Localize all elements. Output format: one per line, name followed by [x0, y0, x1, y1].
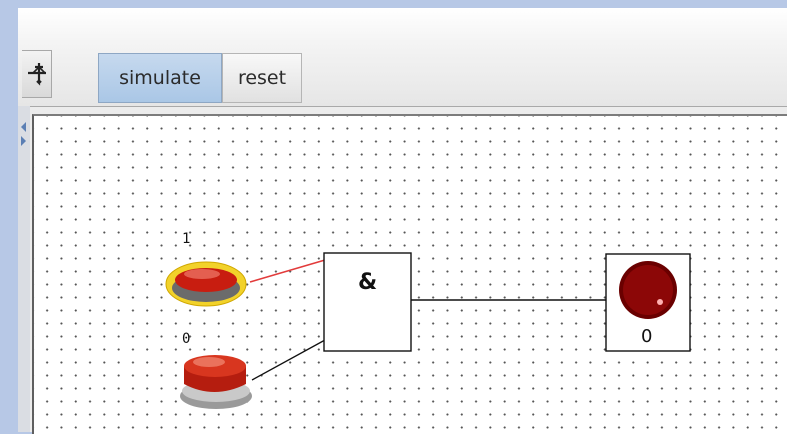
lamp-off-icon [619, 261, 677, 319]
input-a-value: 1 [182, 231, 191, 247]
select-tool-button[interactable] [22, 50, 52, 98]
wire-b-to-and[interactable] [251, 339, 326, 381]
pointer-arrow-icon [28, 63, 46, 86]
toolbar: simulate reset [18, 8, 787, 107]
app-window: simulate reset 1 0 & 0 [18, 8, 787, 434]
wire-a-to-and[interactable] [249, 259, 326, 283]
and-gate[interactable] [323, 252, 412, 352]
and-gate-symbol: & [358, 270, 378, 295]
input-a-pushbutton[interactable] [165, 261, 247, 307]
circuit-wires [165, 252, 691, 409]
simulate-button[interactable]: simulate [98, 53, 222, 103]
collapse-arrows-icon [21, 122, 26, 146]
side-collapse-strip[interactable] [18, 106, 30, 432]
reset-button[interactable]: reset [222, 53, 302, 103]
circuit-canvas[interactable]: 1 0 & 0 [32, 114, 787, 434]
input-b-value: 0 [182, 331, 191, 347]
input-b-pushbutton[interactable] [180, 355, 252, 409]
output-value: 0 [641, 326, 653, 347]
